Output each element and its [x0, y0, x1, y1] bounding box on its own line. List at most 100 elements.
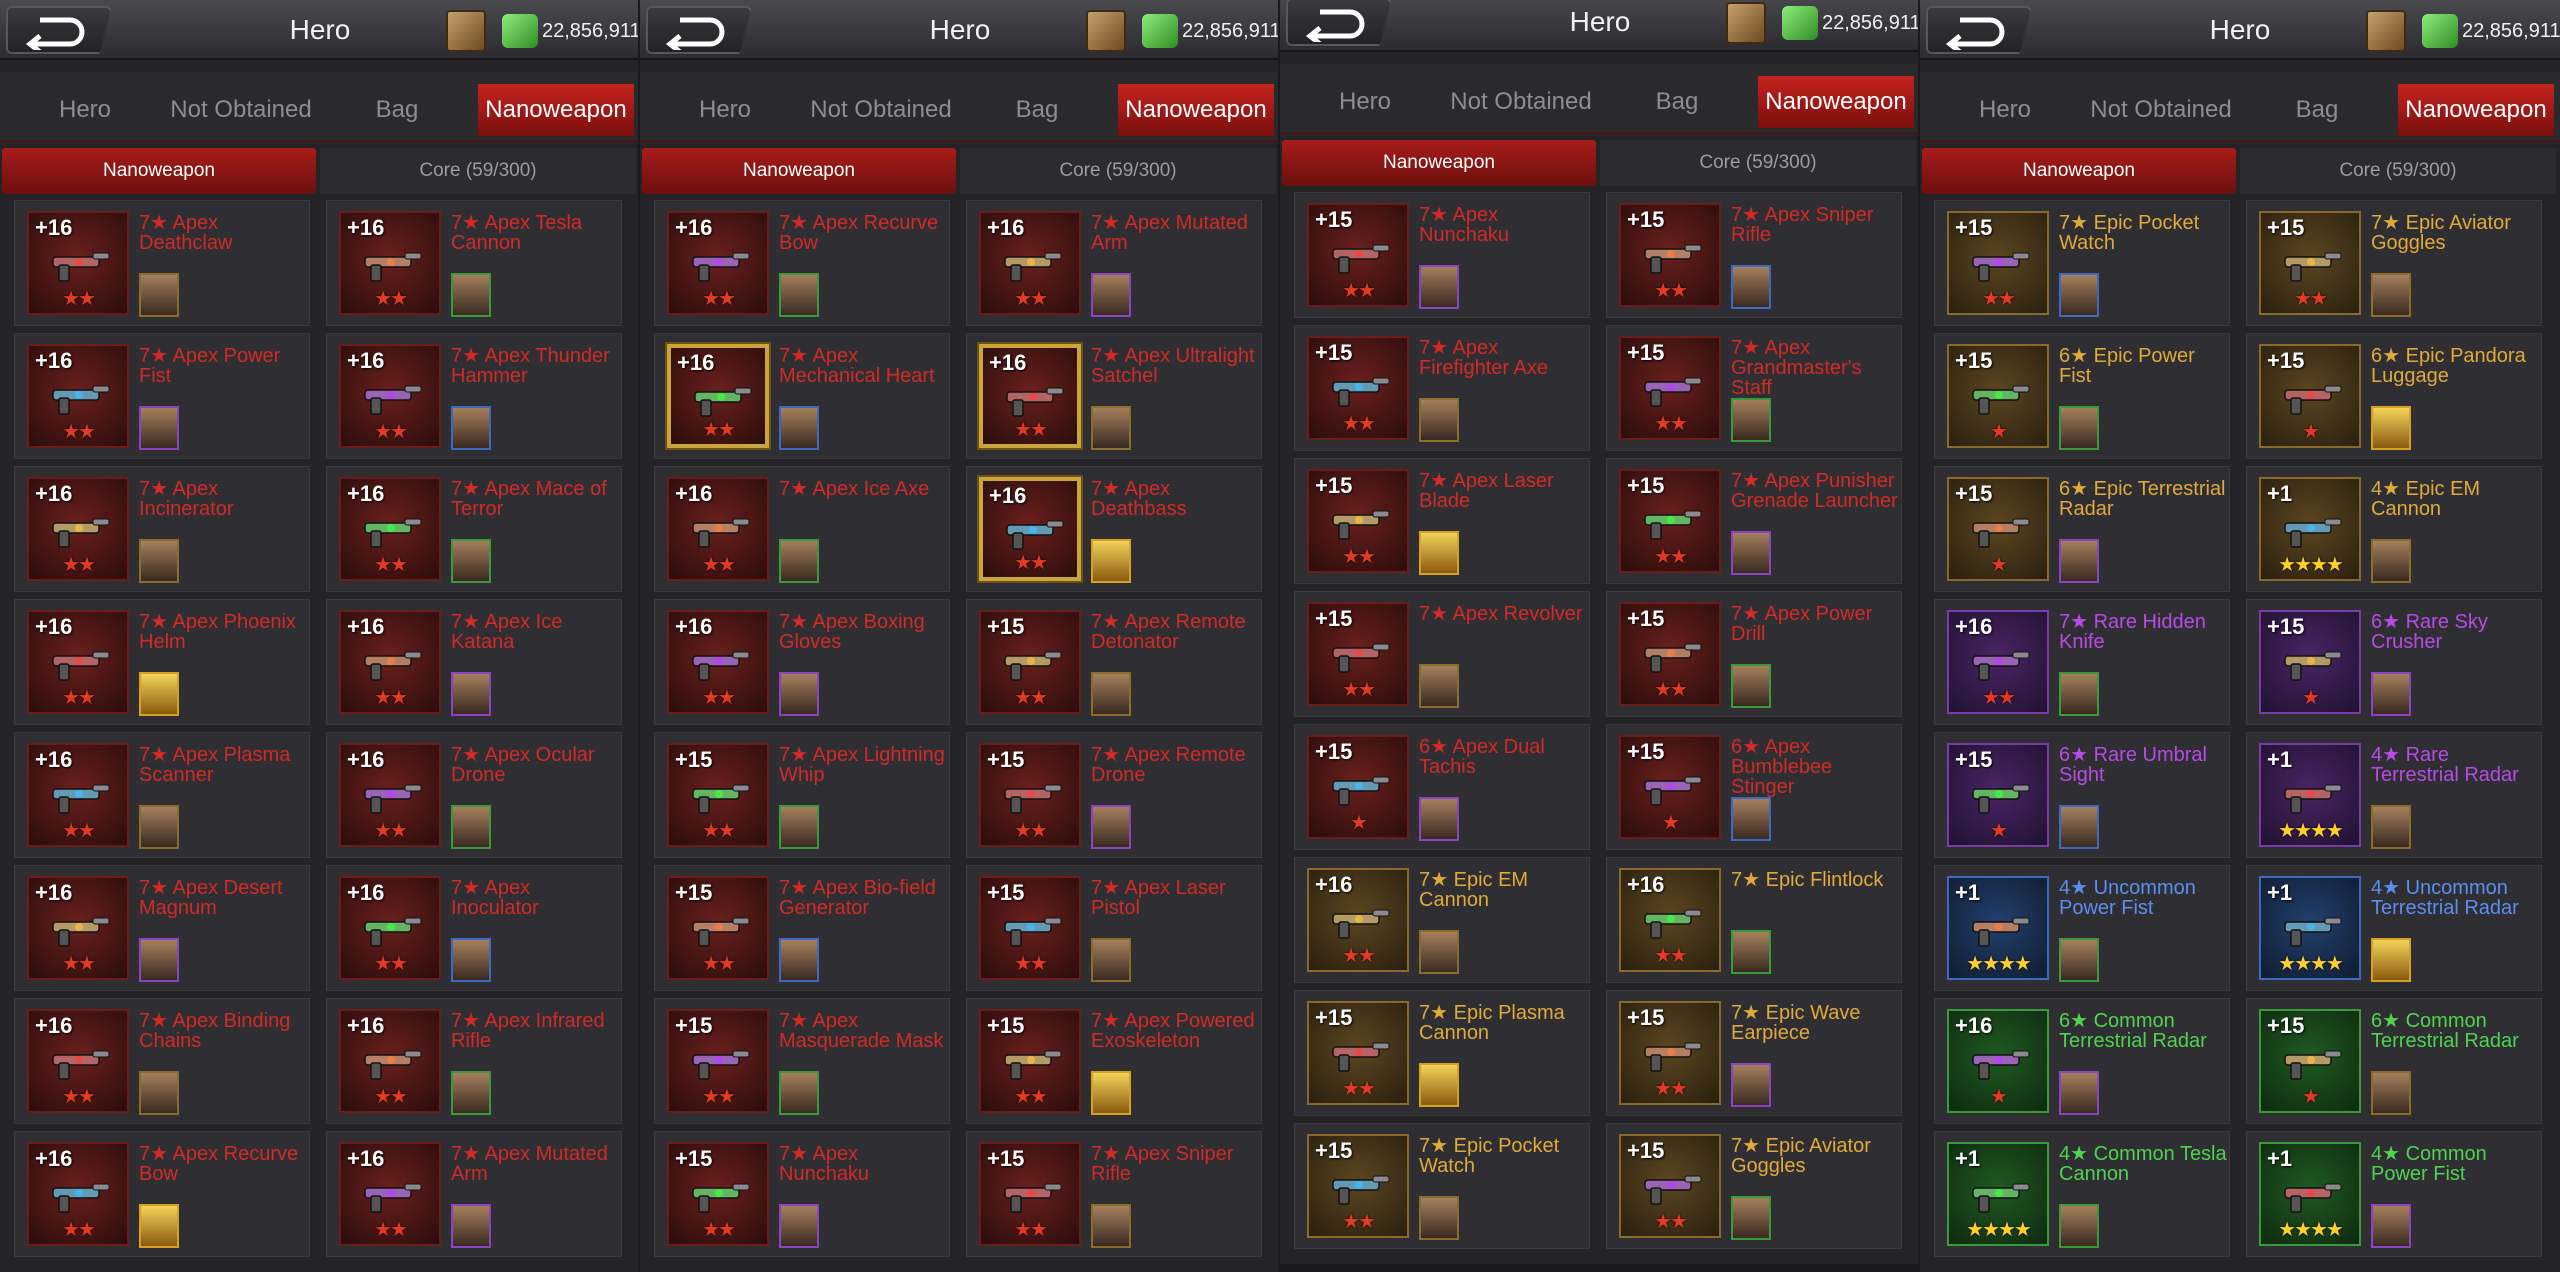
hero-avatar[interactable] [779, 938, 819, 982]
hero-avatar[interactable] [1419, 797, 1459, 841]
nanoweapon-card[interactable]: +16 ★★ 7★ Apex Ice Katana [326, 599, 622, 725]
nanoweapon-icon[interactable]: +15 ★★ [979, 743, 1081, 847]
nanoweapon-icon[interactable]: +15 ★★ [1307, 1134, 1409, 1238]
subtab-nanoweapon[interactable]: Nanoweapon [1282, 140, 1596, 186]
hero-avatar[interactable] [451, 1071, 491, 1115]
nanoweapon-card[interactable]: +15 ★★ 7★ Apex Grandmaster's Staff [1606, 325, 1902, 451]
nanoweapon-card[interactable]: +16 ★★ 7★ Apex Ultralight Satchel [966, 333, 1262, 459]
nanoweapon-icon[interactable]: +15 ★ [1947, 344, 2049, 448]
nanoweapon-card[interactable]: +1 ★★★★ 4★ Common Tesla Cannon [1934, 1131, 2230, 1257]
nanoweapon-icon[interactable]: +15 ★ [2259, 1009, 2361, 1113]
hero-avatar[interactable] [451, 672, 491, 716]
nanoweapon-card[interactable]: +16 ★★ 7★ Apex Phoenix Helm [14, 599, 310, 725]
tab-not-obtained[interactable]: Not Obtained [2072, 84, 2250, 136]
nanoweapon-icon[interactable]: +15 ★★ [2259, 211, 2361, 315]
nanoweapon-icon[interactable]: +15 ★ [2259, 610, 2361, 714]
subtab-core[interactable]: Core (59/300) [1600, 140, 1916, 186]
subtab-core[interactable]: Core (59/300) [320, 148, 636, 194]
nanoweapon-card[interactable]: +15 ★ 6★ Rare Sky Crusher [2246, 599, 2542, 725]
nanoweapon-icon[interactable]: +15 ★ [1307, 735, 1409, 839]
hero-avatar[interactable] [1419, 1196, 1459, 1240]
tab-not-obtained[interactable]: Not Obtained [792, 84, 970, 136]
nanoweapon-card[interactable]: +16 ★★ 7★ Apex Infrared Rifle [326, 998, 622, 1124]
hero-avatar[interactable] [1419, 531, 1459, 575]
nanoweapon-card[interactable]: +16 ★★ 7★ Apex Mechanical Heart [654, 333, 950, 459]
backpack-icon[interactable] [446, 10, 486, 52]
nanoweapon-card[interactable]: +16 ★★ 7★ Epic Flintlock [1606, 857, 1902, 983]
nanoweapon-card[interactable]: +16 ★★ 7★ Apex Plasma Scanner [14, 732, 310, 858]
nanoweapon-card[interactable]: +16 ★★ 7★ Apex Recurve Bow [14, 1131, 310, 1257]
nanoweapon-card[interactable]: +16 ★★ 7★ Apex Thunder Hammer [326, 333, 622, 459]
hero-avatar[interactable] [451, 539, 491, 583]
nanoweapon-card[interactable]: +16 ★★ 7★ Apex Desert Magnum [14, 865, 310, 991]
nanoweapon-icon[interactable]: +16 ★★ [667, 211, 769, 315]
hero-avatar[interactable] [1419, 1063, 1459, 1107]
backpack-icon[interactable] [1726, 2, 1766, 44]
backpack-icon[interactable] [1086, 10, 1126, 52]
nanoweapon-icon[interactable]: +15 ★★ [979, 876, 1081, 980]
hero-avatar[interactable] [2059, 672, 2099, 716]
nanoweapon-card[interactable]: +16 ★★ 7★ Apex Mutated Arm [326, 1131, 622, 1257]
hero-avatar[interactable] [2371, 672, 2411, 716]
nanoweapon-icon[interactable]: +16 ★★ [1619, 868, 1721, 972]
nanoweapon-card[interactable]: +16 ★★ 7★ Apex Deathbass [966, 466, 1262, 592]
tab-not-obtained[interactable]: Not Obtained [152, 84, 330, 136]
nanoweapon-icon[interactable]: +15 ★★ [667, 743, 769, 847]
hero-avatar[interactable] [779, 406, 819, 450]
nanoweapon-card[interactable]: +16 ★★ 7★ Apex Ocular Drone [326, 732, 622, 858]
hero-avatar[interactable] [2059, 406, 2099, 450]
hero-avatar[interactable] [779, 273, 819, 317]
hero-avatar[interactable] [2371, 273, 2411, 317]
nanoweapon-icon[interactable]: +15 ★★ [1619, 203, 1721, 307]
nanoweapon-icon[interactable]: +16 ★★ [27, 211, 129, 315]
hero-avatar[interactable] [779, 1071, 819, 1115]
nanoweapon-icon[interactable]: +15 ★ [1947, 743, 2049, 847]
nanoweapon-icon[interactable]: +16 ★★ [339, 876, 441, 980]
tab-hero[interactable]: Hero [1320, 76, 1410, 128]
nanoweapon-icon[interactable]: +15 ★★ [667, 1142, 769, 1246]
nanoweapon-icon[interactable]: +15 ★★ [667, 876, 769, 980]
nanoweapon-icon[interactable]: +15 ★★ [1307, 469, 1409, 573]
tab-hero[interactable]: Hero [1960, 84, 2050, 136]
nanoweapon-card[interactable]: +16 ★★ 7★ Apex Tesla Cannon [326, 200, 622, 326]
nanoweapon-card[interactable]: +16 ★★ 7★ Apex Recurve Bow [654, 200, 950, 326]
nanoweapon-card[interactable]: +15 ★★ 7★ Apex Power Drill [1606, 591, 1902, 717]
nanoweapon-icon[interactable]: +16 ★★ [667, 344, 769, 448]
hero-avatar[interactable] [1419, 664, 1459, 708]
nanoweapon-card[interactable]: +15 ★★ 7★ Apex Sniper Rifle [966, 1131, 1262, 1257]
hero-avatar[interactable] [2371, 1071, 2411, 1115]
nanoweapon-card[interactable]: +15 ★★ 7★ Apex Lightning Whip [654, 732, 950, 858]
hero-avatar[interactable] [2371, 539, 2411, 583]
hero-avatar[interactable] [2059, 938, 2099, 982]
nanoweapon-card[interactable]: +15 ★★ 7★ Apex Bio-field Generator [654, 865, 950, 991]
nanoweapon-card[interactable]: +15 ★ 6★ Epic Pandora Luggage [2246, 333, 2542, 459]
hero-avatar[interactable] [1091, 805, 1131, 849]
hero-avatar[interactable] [451, 406, 491, 450]
nanoweapon-icon[interactable]: +16 ★★ [979, 477, 1081, 581]
nanoweapon-icon[interactable]: +15 ★★ [1307, 602, 1409, 706]
nanoweapon-card[interactable]: +16 ★★ 7★ Rare Hidden Knife [1934, 599, 2230, 725]
back-button[interactable] [6, 6, 112, 54]
hero-avatar[interactable] [139, 1204, 179, 1248]
nanoweapon-card[interactable]: +15 ★★ 7★ Apex Powered Exoskeleton [966, 998, 1262, 1124]
hero-avatar[interactable] [139, 539, 179, 583]
nanoweapon-icon[interactable]: +16 ★★ [27, 344, 129, 448]
hero-avatar[interactable] [1091, 1071, 1131, 1115]
nanoweapon-icon[interactable]: +16 ★★ [339, 610, 441, 714]
nanoweapon-icon[interactable]: +16 ★★ [339, 1142, 441, 1246]
hero-avatar[interactable] [1731, 1063, 1771, 1107]
nanoweapon-card[interactable]: +15 ★★ 7★ Apex Nunchaku [1294, 192, 1590, 318]
hero-avatar[interactable] [2371, 805, 2411, 849]
nanoweapon-icon[interactable]: +15 ★★ [1619, 1134, 1721, 1238]
backpack-icon[interactable] [2366, 10, 2406, 52]
hero-avatar[interactable] [451, 1204, 491, 1248]
nanoweapon-card[interactable]: +15 ★★ 7★ Apex Firefighter Axe [1294, 325, 1590, 451]
hero-avatar[interactable] [1419, 265, 1459, 309]
nanoweapon-card[interactable]: +16 ★★ 7★ Apex Ice Axe [654, 466, 950, 592]
hero-avatar[interactable] [2371, 1204, 2411, 1248]
subtab-nanoweapon[interactable]: Nanoweapon [2, 148, 316, 194]
nanoweapon-card[interactable]: +1 ★★★★ 4★ Uncommon Power Fist [1934, 865, 2230, 991]
tab-nanoweapon[interactable]: Nanoweapon [1758, 76, 1914, 128]
nanoweapon-icon[interactable]: +1 ★★★★ [2259, 743, 2361, 847]
nanoweapon-card[interactable]: +16 ★★ 7★ Apex Binding Chains [14, 998, 310, 1124]
